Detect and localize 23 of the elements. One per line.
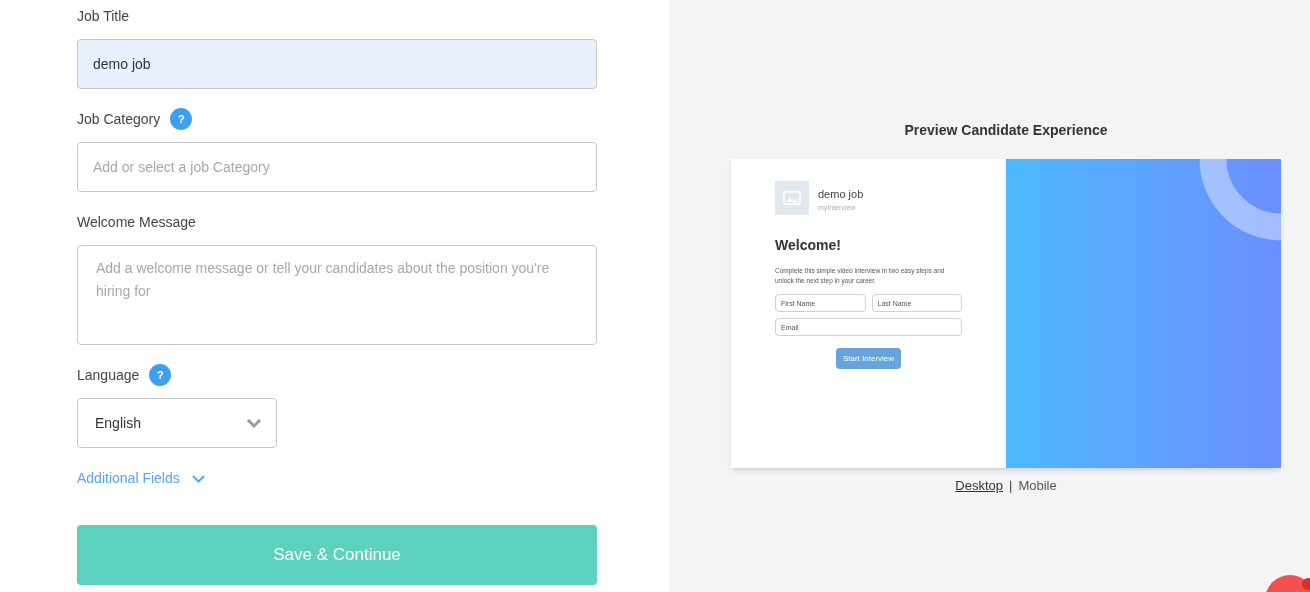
field-label: Welcome Message xyxy=(77,212,196,232)
job-name: demo job xyxy=(818,187,864,202)
field-label: Job Title xyxy=(77,6,130,26)
job-category-field[interactable]: Add or select a job Category xyxy=(77,142,597,192)
help-icon[interactable]: ? xyxy=(170,108,193,130)
chevron-down-icon xyxy=(191,474,205,483)
language-dropdown[interactable]: English xyxy=(77,398,277,448)
view-mode-link[interactable]: Desktop xyxy=(955,476,1003,496)
image-placeholder-icon xyxy=(775,181,809,215)
job-title-field[interactable]: demo job xyxy=(77,39,597,89)
welcome-heading: Welcome! xyxy=(775,236,842,255)
chat-bubble-icon[interactable] xyxy=(1264,574,1310,592)
field-label: Job Category xyxy=(77,109,161,129)
welcome-message-field[interactable]: Add a welcome message or tell your candidates about the position you're hiring for xyxy=(77,245,597,345)
field-label: Language xyxy=(77,365,140,385)
view-mode-link[interactable]: Mobile xyxy=(1018,476,1057,496)
save-continue-button[interactable]: Save & Continue xyxy=(77,525,597,585)
additional-fields-toggle[interactable]: Additional Fields xyxy=(77,468,205,489)
separator: | xyxy=(1009,477,1013,495)
chevron-down-icon xyxy=(246,417,262,429)
preview-title: Preview Candidate Experience xyxy=(904,121,1108,140)
start-interview-button[interactable]: Start Interview xyxy=(835,348,902,369)
help-icon[interactable]: ? xyxy=(149,364,172,386)
